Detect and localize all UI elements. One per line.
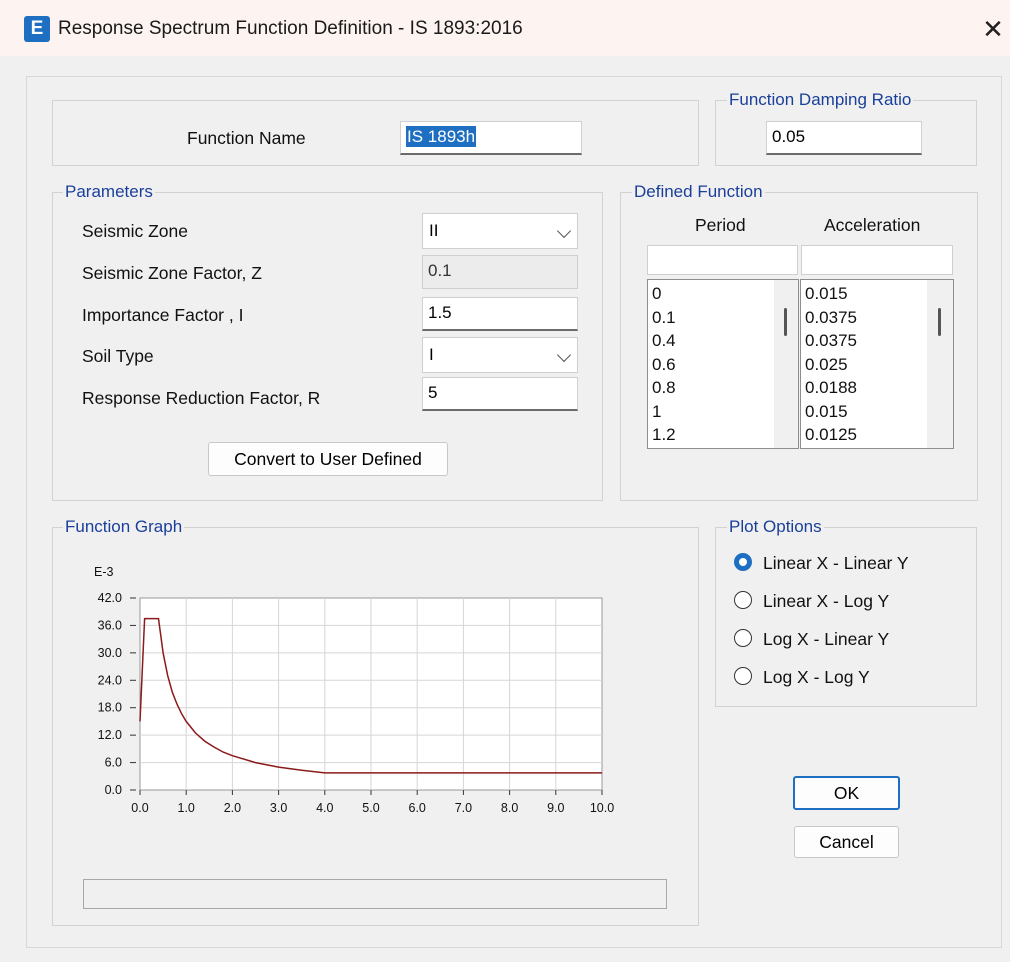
list-item[interactable]: 0.025 <box>802 353 926 377</box>
damping-legend: Function Damping Ratio <box>727 90 914 110</box>
radio-linear-log[interactable] <box>734 591 752 609</box>
x-tick-label: 10.0 <box>590 801 614 815</box>
list-item[interactable]: 0.0188 <box>802 376 926 400</box>
y-tick-label: 12.0 <box>98 728 122 742</box>
function-name-group <box>52 100 699 166</box>
radio-linear-linear-label[interactable]: Linear X - Linear Y <box>763 551 909 575</box>
y-tick-label: 0.0 <box>105 783 122 797</box>
response-reduction-input[interactable]: 5 <box>422 377 578 411</box>
importance-factor-label: Importance Factor , I <box>82 305 244 325</box>
list-item[interactable]: 0.1 <box>649 306 773 330</box>
list-item[interactable]: 0.8 <box>649 376 773 400</box>
radio-log-log[interactable] <box>734 667 752 685</box>
soil-type-value: I <box>429 345 434 364</box>
soil-type-label: Soil Type <box>82 346 154 366</box>
x-tick-label: 9.0 <box>547 801 564 815</box>
x-tick-label: 5.0 <box>362 801 379 815</box>
acceleration-items: 0.015 0.0375 0.0375 0.025 0.0188 0.015 0… <box>802 282 926 447</box>
period-scrollbar[interactable] <box>774 280 798 448</box>
radio-log-linear[interactable] <box>734 629 752 647</box>
list-item[interactable]: 0.6 <box>649 353 773 377</box>
list-item[interactable]: 1.2 <box>649 423 773 447</box>
seismic-zone-value: II <box>429 221 439 240</box>
x-tick-label: 1.0 <box>178 801 195 815</box>
y-tick-label: 24.0 <box>98 673 122 687</box>
radio-linear-log-label[interactable]: Linear X - Log Y <box>763 589 889 613</box>
parameters-legend: Parameters <box>63 182 155 202</box>
function-name-label: Function Name <box>187 128 306 148</box>
plot-options-legend: Plot Options <box>727 517 824 537</box>
acceleration-scrollbar[interactable] <box>927 280 953 448</box>
x-tick-label: 2.0 <box>224 801 241 815</box>
function-name-input[interactable]: IS 1893h <box>400 121 582 155</box>
response-reduction-label: Response Reduction Factor, R <box>82 388 321 408</box>
scrollbar-thumb[interactable] <box>938 308 941 336</box>
scrollbar-thumb[interactable] <box>784 308 787 336</box>
y-scale-label: E-3 <box>94 565 114 579</box>
acceleration-column-header: Acceleration <box>824 215 921 235</box>
list-item[interactable]: 0.4 <box>649 329 773 353</box>
ok-button[interactable]: OK <box>793 776 900 810</box>
seismic-zone-label: Seismic Zone <box>82 221 189 241</box>
close-icon[interactable]: ✕ <box>976 10 1010 48</box>
y-tick-label: 30.0 <box>98 646 122 660</box>
function-graph-chart: 0.0 1.0 2.0 3.0 4.0 5.0 6.0 7.0 8.0 9.0 10.0 0.0 6.0… <box>94 565 614 815</box>
chevron-down-icon <box>556 223 572 239</box>
window-title: Response Spectrum Function Definition - … <box>58 18 523 39</box>
x-tick-label: 8.0 <box>501 801 518 815</box>
period-items: 0 0.1 0.4 0.6 0.8 1 1.2 <box>649 282 773 447</box>
cancel-button[interactable]: Cancel <box>794 826 899 858</box>
x-tick-label: 0.0 <box>131 801 148 815</box>
y-tick-label: 42.0 <box>98 591 122 605</box>
soil-type-select[interactable]: I <box>422 337 578 373</box>
y-tick-label: 6.0 <box>105 756 122 770</box>
damping-ratio-input[interactable]: 0.05 <box>766 121 922 155</box>
x-tick-label: 4.0 <box>316 801 333 815</box>
function-name-value: IS 1893h <box>406 126 477 147</box>
radio-log-linear-label[interactable]: Log X - Linear Y <box>763 627 889 651</box>
x-tick-label: 3.0 <box>270 801 287 815</box>
y-tick-label: 18.0 <box>98 701 122 715</box>
importance-factor-input[interactable]: 1.5 <box>422 297 578 331</box>
acceleration-entry-input[interactable] <box>801 245 953 275</box>
list-item[interactable]: 0.015 <box>802 400 926 424</box>
zone-factor-field: 0.1 <box>422 255 578 289</box>
chevron-down-icon <box>556 347 572 363</box>
period-entry-input[interactable] <box>647 245 798 275</box>
app-icon: E <box>24 16 50 42</box>
zone-factor-label: Seismic Zone Factor, Z <box>82 263 262 283</box>
graph-status-bar <box>83 879 667 909</box>
period-column-header: Period <box>695 215 746 235</box>
period-list[interactable]: 0 0.1 0.4 0.6 0.8 1 1.2 <box>647 279 799 449</box>
seismic-zone-select[interactable]: II <box>422 213 578 249</box>
acceleration-list[interactable]: 0.015 0.0375 0.0375 0.025 0.0188 0.015 0… <box>800 279 954 449</box>
x-tick-label: 7.0 <box>455 801 472 815</box>
list-item[interactable]: 1 <box>649 400 773 424</box>
radio-linear-linear[interactable] <box>734 553 752 571</box>
list-item[interactable]: 0.0375 <box>802 329 926 353</box>
radio-log-log-label[interactable]: Log X - Log Y <box>763 665 870 689</box>
list-item[interactable]: 0.0375 <box>802 306 926 330</box>
list-item[interactable]: 0.0125 <box>802 423 926 447</box>
list-item[interactable]: 0 <box>649 282 773 306</box>
list-item[interactable]: 0.015 <box>802 282 926 306</box>
x-tick-label: 6.0 <box>409 801 426 815</box>
defined-function-legend: Defined Function <box>632 182 765 202</box>
function-graph-legend: Function Graph <box>63 517 185 537</box>
convert-to-user-defined-button[interactable]: Convert to User Defined <box>208 442 448 476</box>
y-tick-label: 36.0 <box>98 618 122 632</box>
